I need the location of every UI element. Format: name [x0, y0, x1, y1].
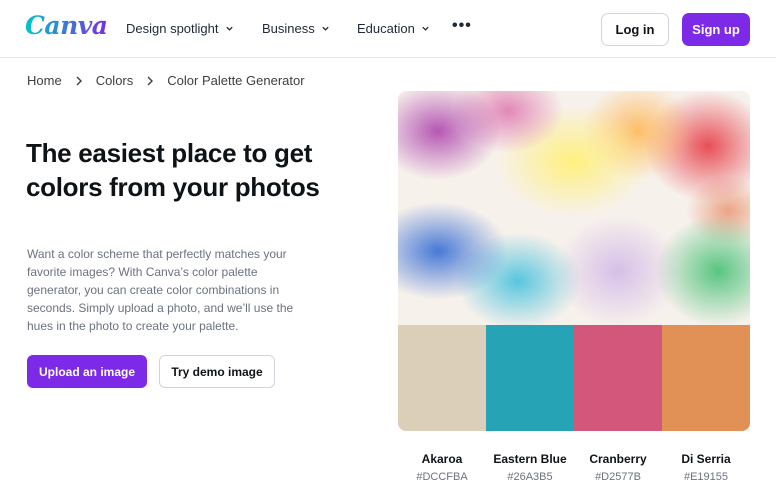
color-name: Eastern Blue [493, 452, 567, 466]
swatch-akaroa[interactable] [398, 325, 486, 431]
palette-preview-card [398, 91, 750, 431]
color-name: Akaroa [421, 452, 463, 466]
swatch-di-serria[interactable] [662, 325, 750, 431]
breadcrumb-colors-link[interactable]: Colors [96, 73, 134, 88]
chevron-down-icon [422, 26, 429, 31]
try-demo-image-button[interactable]: Try demo image [159, 355, 275, 388]
palette-labels: Akaroa #DCCFBA Eastern Blue #26A3B5 Cran… [398, 452, 750, 483]
chevron-down-icon [225, 26, 233, 31]
color-hex[interactable]: #DCCFBA [398, 471, 486, 483]
breadcrumb-home-link[interactable]: Home [27, 73, 62, 88]
logo-text: Canva [25, 11, 108, 40]
swatch-cranberry[interactable] [574, 325, 662, 431]
nav-label: Design spotlight [126, 21, 219, 36]
nav-business[interactable]: Business [262, 21, 330, 36]
more-menu-icon[interactable]: ••• [452, 17, 472, 35]
nav-label: Business [262, 21, 315, 36]
page-title: The easiest place to get colors from you… [26, 138, 320, 202]
chevron-down-icon [322, 26, 329, 31]
color-hex[interactable]: #D2577B [574, 471, 662, 483]
breadcrumb-current-page: Color Palette Generator [167, 73, 305, 88]
signup-button[interactable]: Sign up [682, 13, 750, 46]
login-button[interactable]: Log in [601, 13, 669, 46]
hero-description: Want a color scheme that perfectly match… [27, 247, 294, 333]
color-hex[interactable]: #E19155 [662, 471, 750, 483]
canva-logo[interactable]: Canva [25, 11, 108, 40]
color-name: Cranberry [589, 452, 647, 466]
swatch-eastern-blue[interactable] [486, 325, 574, 431]
upload-image-button[interactable]: Upload an image [27, 355, 147, 388]
nav-label: Education [357, 21, 415, 36]
nav-education[interactable]: Education [357, 21, 430, 36]
top-navigation-bar: Canva Design spotlight Business Educatio… [0, 0, 776, 58]
palette-swatches [398, 325, 750, 431]
nav-design-spotlight[interactable]: Design spotlight [126, 21, 234, 36]
palette-label: Eastern Blue #26A3B5 [486, 452, 574, 483]
breadcrumb: Home Colors Color Palette Generator [27, 73, 305, 88]
palette-label: Di Serria #E19155 [662, 452, 750, 483]
chevron-right-icon [147, 76, 154, 85]
palette-label: Cranberry #D2577B [574, 452, 662, 483]
color-hex[interactable]: #26A3B5 [486, 471, 574, 483]
watercolor-sample-image [398, 91, 750, 325]
palette-label: Akaroa #DCCFBA [398, 452, 486, 483]
chevron-right-icon [76, 76, 82, 85]
color-name: Di Serria [681, 452, 731, 466]
